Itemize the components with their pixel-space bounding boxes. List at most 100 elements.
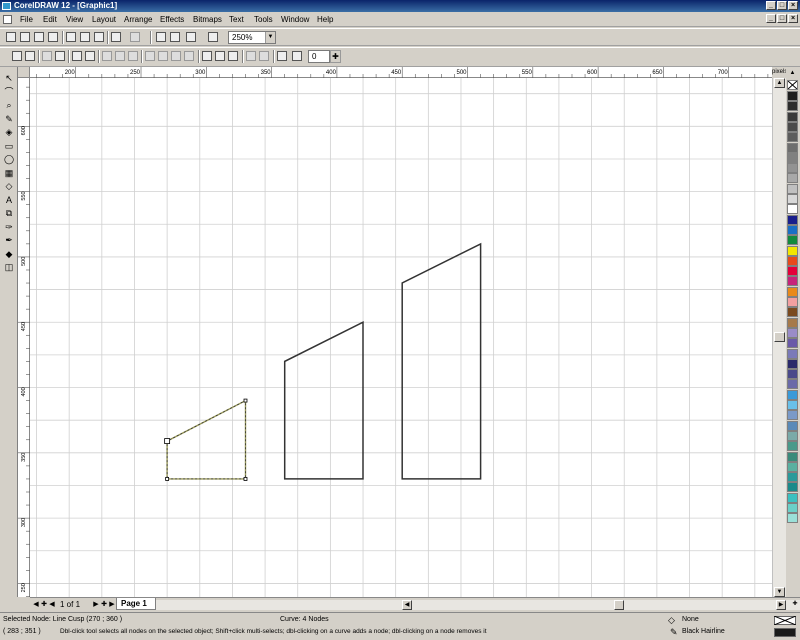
eyedropper-tool-icon[interactable]: ✑ bbox=[3, 221, 15, 233]
redo-icon[interactable] bbox=[130, 32, 140, 42]
zoom-tool-icon[interactable]: ⌕ bbox=[3, 99, 15, 111]
convert-to-line-icon[interactable] bbox=[72, 51, 82, 61]
color-swatch[interactable] bbox=[787, 420, 798, 431]
color-swatch[interactable] bbox=[787, 132, 798, 143]
color-swatch[interactable] bbox=[787, 121, 798, 132]
color-swatch[interactable] bbox=[787, 327, 798, 338]
color-swatch[interactable] bbox=[787, 183, 798, 194]
color-swatch[interactable] bbox=[787, 173, 798, 184]
rotate-nodes-icon[interactable] bbox=[215, 51, 225, 61]
color-swatch[interactable] bbox=[787, 307, 798, 318]
smoothness-stepper[interactable]: ✚ bbox=[330, 50, 341, 63]
menu-file[interactable]: File bbox=[20, 14, 33, 25]
color-swatch[interactable] bbox=[787, 348, 798, 359]
menu-text[interactable]: Text bbox=[229, 14, 244, 25]
interactive-blend-tool-icon[interactable]: ⧉ bbox=[3, 207, 15, 219]
save-icon[interactable] bbox=[34, 32, 44, 42]
ruler-origin[interactable] bbox=[18, 67, 30, 78]
maximize-button[interactable]: □ bbox=[777, 1, 787, 10]
color-swatch[interactable] bbox=[787, 461, 798, 472]
convert-to-curve-icon[interactable] bbox=[85, 51, 95, 61]
color-swatch[interactable] bbox=[787, 379, 798, 390]
horizontal-ruler[interactable]: 200 250 300 350 400 450 500 550 600 650 700 bbox=[30, 67, 772, 78]
cusp-node-icon[interactable] bbox=[102, 51, 112, 61]
color-swatch[interactable] bbox=[787, 266, 798, 277]
color-swatch[interactable] bbox=[787, 297, 798, 307]
color-swatch[interactable] bbox=[787, 276, 798, 287]
elastic-mode-icon[interactable] bbox=[246, 51, 256, 61]
export-icon[interactable] bbox=[170, 32, 180, 42]
horizontal-scroll-thumb[interactable] bbox=[614, 600, 624, 610]
symmetrical-node-icon[interactable] bbox=[128, 51, 138, 61]
doc-restore-button[interactable]: □ bbox=[777, 14, 787, 23]
color-swatch[interactable] bbox=[787, 101, 798, 112]
extract-subpath-icon[interactable] bbox=[171, 51, 181, 61]
color-swatch[interactable] bbox=[787, 338, 798, 349]
color-swatch[interactable] bbox=[787, 152, 798, 163]
smart-fill-tool-icon[interactable]: ◈ bbox=[3, 126, 15, 138]
pick-tool-icon[interactable]: ↖ bbox=[3, 72, 15, 84]
color-swatch[interactable] bbox=[787, 111, 798, 122]
color-swatch[interactable] bbox=[787, 194, 798, 204]
print-icon[interactable] bbox=[48, 32, 58, 42]
vertical-ruler[interactable]: 600 550 500 450 400 350 300 250 bbox=[18, 78, 30, 597]
new-document-icon[interactable] bbox=[6, 32, 16, 42]
color-swatch[interactable] bbox=[787, 503, 798, 513]
interactive-fill-tool-icon[interactable]: ◫ bbox=[3, 261, 15, 273]
color-swatch[interactable] bbox=[787, 369, 798, 380]
add-node-icon[interactable] bbox=[12, 51, 22, 61]
menu-effects[interactable]: Effects bbox=[160, 14, 184, 25]
fill-tool-icon[interactable]: ◆ bbox=[3, 248, 15, 260]
paste-icon[interactable] bbox=[94, 32, 104, 42]
menu-tools[interactable]: Tools bbox=[254, 14, 273, 25]
menu-arrange[interactable]: Arrange bbox=[124, 14, 152, 25]
color-swatch[interactable] bbox=[787, 441, 798, 452]
color-swatch[interactable] bbox=[787, 430, 798, 441]
navigator-icon[interactable]: ✚ bbox=[790, 600, 800, 610]
scroll-up-icon[interactable]: ▲ bbox=[774, 78, 785, 88]
color-swatch[interactable] bbox=[787, 255, 798, 266]
curve-smoothness-icon[interactable] bbox=[292, 51, 302, 61]
palette-scroll-up-icon[interactable]: ▲ bbox=[787, 69, 798, 79]
menu-view[interactable]: View bbox=[66, 14, 83, 25]
menu-layout[interactable]: Layout bbox=[92, 14, 116, 25]
previous-page-icon[interactable]: ◀ bbox=[48, 600, 56, 609]
drawing-canvas[interactable] bbox=[30, 78, 772, 597]
rectangle-tool-icon[interactable]: ▭ bbox=[3, 140, 15, 152]
color-swatch[interactable] bbox=[787, 245, 798, 256]
color-swatch[interactable] bbox=[787, 286, 798, 297]
reduce-nodes-icon[interactable] bbox=[277, 51, 287, 61]
color-swatch[interactable] bbox=[787, 163, 798, 174]
align-nodes-icon[interactable] bbox=[228, 51, 238, 61]
next-page-icon[interactable]: ▶ bbox=[92, 600, 100, 609]
document-icon[interactable] bbox=[3, 15, 12, 24]
extend-curve-icon[interactable] bbox=[158, 51, 168, 61]
color-swatch[interactable] bbox=[787, 317, 798, 328]
zoom-level-dropdown[interactable]: 250% ▼ bbox=[228, 31, 276, 44]
color-swatch[interactable] bbox=[787, 389, 798, 400]
scroll-right-icon[interactable]: ▶ bbox=[776, 600, 786, 610]
menu-window[interactable]: Window bbox=[281, 14, 309, 25]
color-swatch[interactable] bbox=[787, 472, 798, 483]
outline-tool-icon[interactable]: ✒ bbox=[3, 234, 15, 246]
undo-icon[interactable] bbox=[111, 32, 121, 42]
import-icon[interactable] bbox=[156, 32, 166, 42]
color-swatch[interactable] bbox=[787, 451, 798, 462]
menu-bitmaps[interactable]: Bitmaps bbox=[193, 14, 222, 25]
fill-swatch[interactable] bbox=[774, 616, 796, 625]
scroll-down-icon[interactable]: ▼ bbox=[774, 587, 785, 597]
corel-online-icon[interactable] bbox=[208, 32, 218, 42]
no-fill-swatch-icon[interactable] bbox=[787, 80, 798, 90]
curve-smoothness-input[interactable]: 0 bbox=[308, 50, 330, 63]
color-swatch[interactable] bbox=[787, 410, 798, 421]
color-swatch[interactable] bbox=[787, 224, 798, 235]
coreldraw-app-icon[interactable] bbox=[2, 2, 11, 10]
minimize-button[interactable]: _ bbox=[766, 1, 776, 10]
horizontal-scrollbar[interactable]: ◀ ▶ ✚ bbox=[156, 600, 800, 610]
reverse-direction-icon[interactable] bbox=[145, 51, 155, 61]
smooth-node-icon[interactable] bbox=[115, 51, 125, 61]
add-page-before-icon[interactable]: ✚ bbox=[40, 600, 48, 609]
select-all-nodes-icon[interactable] bbox=[259, 51, 269, 61]
basic-shapes-tool-icon[interactable]: ◇ bbox=[3, 180, 15, 192]
graph-paper-tool-icon[interactable]: ▦ bbox=[3, 167, 15, 179]
